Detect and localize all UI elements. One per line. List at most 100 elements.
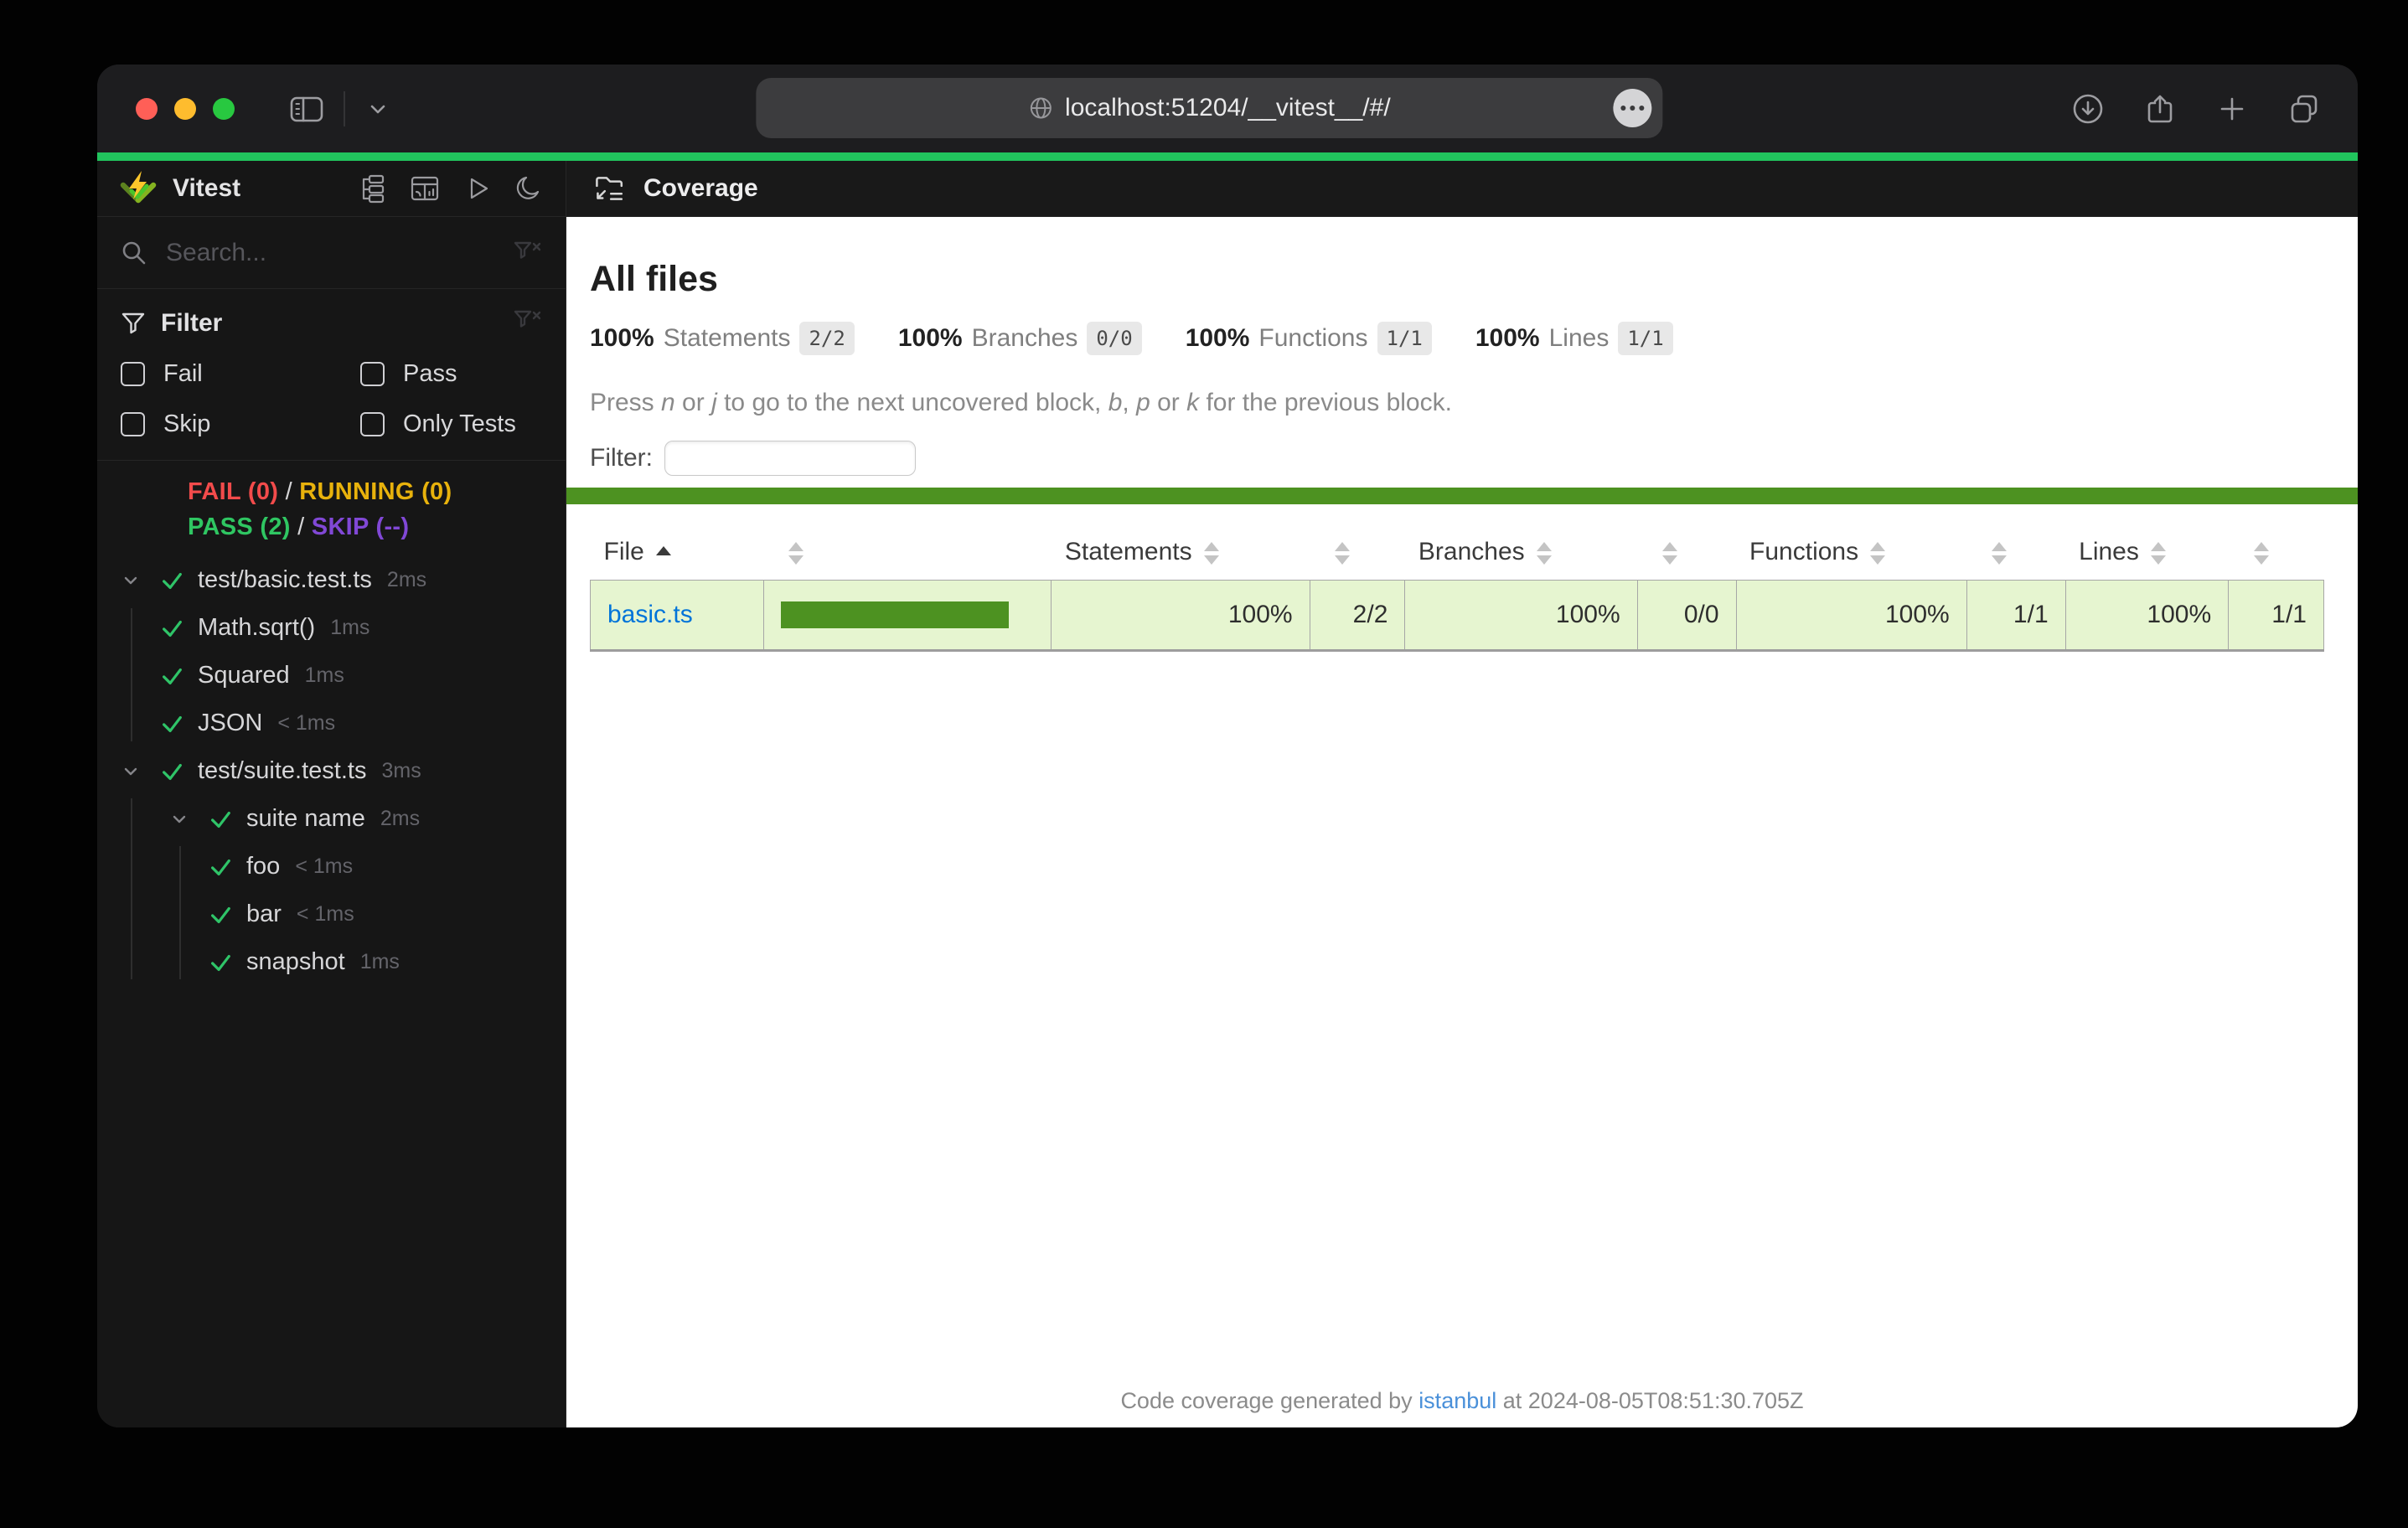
col-header-statements-raw[interactable] xyxy=(1310,524,1405,581)
file-filter: Filter: xyxy=(590,441,2358,476)
col-header-functions[interactable]: Functions xyxy=(1736,524,1966,581)
col-header-branches-raw[interactable] xyxy=(1637,524,1736,581)
run-all-icon[interactable] xyxy=(462,173,492,204)
skip-checkbox-box[interactable] xyxy=(121,411,145,436)
col-header-file[interactable]: File xyxy=(591,524,764,581)
pass-check-icon xyxy=(159,759,198,784)
col-header-statements[interactable]: Statements xyxy=(1052,524,1310,581)
file-cell: basic.ts xyxy=(590,580,764,651)
report-footer: Code coverage generated by istanbul at 2… xyxy=(1120,1388,1804,1413)
minimize-window-button[interactable] xyxy=(174,97,196,120)
tree-view-icon[interactable] xyxy=(358,173,388,204)
table-row: basic.ts 100% 2/2 100% 0/0 100% 1/1 100%… xyxy=(590,580,2324,651)
col-header-lines-raw[interactable] xyxy=(2229,524,2324,581)
url-text: localhost:51204/__vitest__/#/ xyxy=(1065,94,1391,121)
checkbox-fail[interactable]: Fail xyxy=(121,359,360,388)
new-tab-icon[interactable] xyxy=(2215,92,2249,126)
filter-icon xyxy=(121,312,145,334)
lines-raw-cell: 1/1 xyxy=(2228,580,2324,651)
vitest-sidebar: Vitest Search... Filter Fail Pass Skip O… xyxy=(97,161,566,1427)
dark-mode-icon[interactable] xyxy=(514,173,544,204)
share-icon[interactable] xyxy=(2143,92,2177,126)
pass-check-icon xyxy=(208,902,246,927)
clear-filter-icon[interactable] xyxy=(514,309,542,334)
col-header-functions-raw[interactable] xyxy=(1966,524,2065,581)
chevron-down-icon[interactable] xyxy=(119,760,159,783)
dashboard-icon[interactable] xyxy=(410,173,440,204)
address-bar[interactable]: localhost:51204/__vitest__/#/ xyxy=(756,78,1663,138)
statements-raw-cell: 2/2 xyxy=(1310,580,1406,651)
coverage-header: Coverage xyxy=(566,161,2358,217)
tree-guide-line xyxy=(131,608,132,741)
sorter-icon[interactable] xyxy=(1335,541,1351,565)
only-tests-checkbox-box[interactable] xyxy=(360,411,385,436)
tree-item-test[interactable]: Math.sqrt() 1ms xyxy=(97,604,566,652)
downloads-icon[interactable] xyxy=(2071,92,2105,126)
browser-window: localhost:51204/__vitest__/#/ Vitest Sea… xyxy=(97,65,2358,1427)
chevron-down-icon[interactable] xyxy=(364,95,392,123)
stat-branches: 100% Branches 0/0 xyxy=(898,322,1142,355)
coverage-bar-fill xyxy=(780,601,1010,628)
stat-fraction-badge: 1/1 xyxy=(1377,322,1432,355)
tree-item-suite[interactable]: suite name 2ms xyxy=(97,795,566,843)
globe-icon xyxy=(1030,97,1052,119)
page-menu-button[interactable] xyxy=(1613,89,1652,127)
filter-label: Filter: xyxy=(590,444,653,472)
col-header-lines[interactable]: Lines xyxy=(2065,524,2228,581)
checkbox-skip[interactable]: Skip xyxy=(121,410,360,438)
clear-search-filter-icon[interactable] xyxy=(514,240,542,266)
tab-overview-icon[interactable] xyxy=(2287,92,2321,126)
sorter-icon[interactable] xyxy=(1203,541,1219,565)
coverage-icon xyxy=(596,177,623,200)
chevron-down-icon[interactable] xyxy=(168,808,208,831)
col-header-chart[interactable] xyxy=(763,524,1051,581)
sorter-icon[interactable] xyxy=(788,541,804,565)
sorter-icon[interactable] xyxy=(1870,541,1886,565)
toolbar-separator xyxy=(344,90,345,126)
fail-checkbox-box[interactable] xyxy=(121,361,145,386)
pass-check-icon xyxy=(159,616,198,641)
pass-check-icon xyxy=(208,854,246,880)
pass-checkbox-box[interactable] xyxy=(360,361,385,386)
sorter-icon[interactable] xyxy=(1992,541,2008,565)
statements-pct-cell: 100% xyxy=(1051,580,1310,651)
test-progress-bar xyxy=(97,152,2358,161)
summary-line-2: PASS (2) / SKIP (--) xyxy=(188,514,410,540)
search-icon xyxy=(122,241,146,264)
branches-pct-cell: 100% xyxy=(1404,580,1638,651)
chevron-down-icon[interactable] xyxy=(119,569,159,592)
main-panel: Coverage All files 100% Statements 2/2 100… xyxy=(566,161,2358,1427)
tree-item-test[interactable]: JSON < 1ms xyxy=(97,699,566,747)
sidebar-header: Vitest xyxy=(97,161,566,217)
stat-fraction-badge: 0/0 xyxy=(1087,322,1142,355)
page-title: Coverage xyxy=(643,174,758,202)
sorter-icon[interactable] xyxy=(2253,541,2269,565)
vitest-logo-icon xyxy=(120,171,157,204)
tree-item-file[interactable]: test/basic.test.ts 2ms xyxy=(97,556,566,604)
zoom-window-button[interactable] xyxy=(213,97,235,120)
pass-check-icon xyxy=(208,950,246,975)
sorter-icon[interactable] xyxy=(1662,541,1678,565)
test-duration: 1ms xyxy=(330,616,370,639)
sort-asc-icon[interactable] xyxy=(655,546,671,560)
checkbox-pass[interactable]: Pass xyxy=(360,359,542,388)
report-title: All files xyxy=(590,259,718,299)
file-filter-input[interactable] xyxy=(664,441,916,476)
istanbul-link[interactable]: istanbul xyxy=(1418,1388,1496,1413)
sidebar-toggle-icon[interactable] xyxy=(288,92,325,126)
sorter-icon[interactable] xyxy=(1536,541,1552,565)
coverage-bar-cell xyxy=(763,580,1052,651)
checkbox-only-tests[interactable]: Only Tests xyxy=(360,410,542,438)
file-link[interactable]: basic.ts xyxy=(607,601,693,628)
tree-item-test[interactable]: Squared 1ms xyxy=(97,652,566,699)
close-window-button[interactable] xyxy=(136,97,158,120)
tree-item-test[interactable]: foo < 1ms xyxy=(97,843,566,890)
sorter-icon[interactable] xyxy=(2150,541,2166,565)
stat-fraction-badge: 1/1 xyxy=(1618,322,1673,355)
search-input[interactable] xyxy=(164,237,514,268)
tree-item-test[interactable]: snapshot 1ms xyxy=(97,938,566,986)
coverage-table: File Statements Branches Functions Lines xyxy=(590,524,2324,652)
tree-item-file[interactable]: test/suite.test.ts 3ms xyxy=(97,747,566,795)
col-header-branches[interactable]: Branches xyxy=(1405,524,1637,581)
tree-item-test[interactable]: bar < 1ms xyxy=(97,890,566,938)
